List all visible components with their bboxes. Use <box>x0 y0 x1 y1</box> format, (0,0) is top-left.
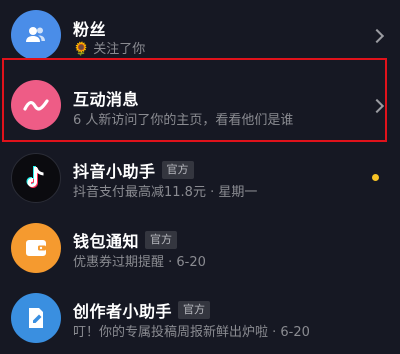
chevron-right-icon <box>369 28 385 44</box>
official-badge: 官方 <box>178 301 211 319</box>
row-subtitle: 6 人新访问了你的主页，看看他们是谁 <box>73 113 294 128</box>
wave-icon <box>11 80 61 130</box>
row-title: 粉丝 <box>73 20 107 39</box>
list-item-wallet-notice[interactable]: 钱包通知 官方 优惠券过期提醒 · 6-20 <box>0 213 400 283</box>
row-title: 创作者小助手 <box>73 302 173 321</box>
official-badge: 官方 <box>145 231 178 249</box>
official-badge: 官方 <box>161 161 194 179</box>
unread-dot <box>372 174 379 181</box>
edit-icon <box>11 293 61 343</box>
list-item-douyin-assistant[interactable]: 抖音小助手 官方 抖音支付最高减11.8元 · 星期一 <box>0 143 400 213</box>
row-subtitle: 抖音支付最高减11.8元 · 星期一 <box>73 185 258 200</box>
sunflower-icon: 🌻 <box>73 42 90 57</box>
users-icon <box>11 10 61 60</box>
wallet-icon <box>11 223 61 273</box>
row-title: 抖音小助手 <box>73 162 156 181</box>
row-subtitle: 🌻 关注了你 <box>73 42 146 57</box>
list-item-interactions[interactable]: 互动消息 6 人新访问了你的主页，看看他们是谁 <box>0 68 400 138</box>
row-title: 互动消息 <box>73 90 140 109</box>
list-item-creator-assistant[interactable]: 创作者小助手 官方 叮！你的专属投稿周报新鲜出炉啦 · 6-20 <box>0 283 400 353</box>
row-title: 钱包通知 <box>73 232 140 251</box>
list-item-fans[interactable]: 粉丝 🌻 关注了你 <box>0 0 400 70</box>
chevron-right-icon <box>369 98 385 114</box>
message-list: 粉丝 🌻 关注了你 互动消息 6 人新访问了你的主页，看看他们是谁 抖音小助手 … <box>0 0 400 354</box>
douyin-logo-icon <box>11 153 61 203</box>
row-subtitle: 优惠券过期提醒 · 6-20 <box>73 255 206 270</box>
row-subtitle: 叮！你的专属投稿周报新鲜出炉啦 · 6-20 <box>73 325 310 340</box>
